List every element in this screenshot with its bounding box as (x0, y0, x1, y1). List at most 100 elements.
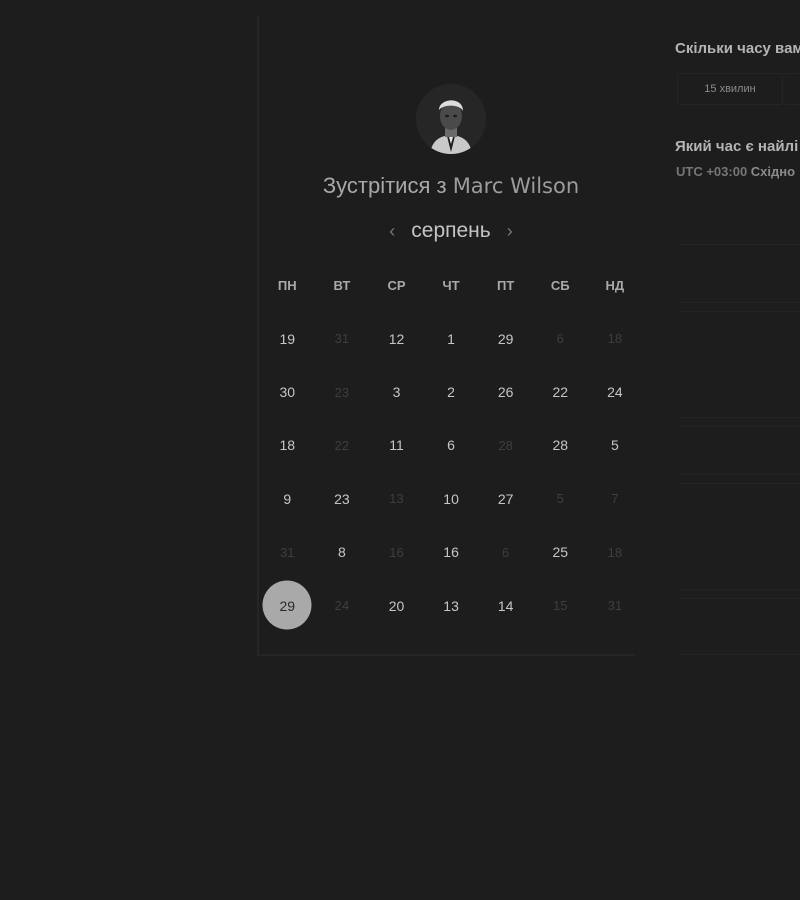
day-number: 13 (389, 491, 404, 507)
day-number: 31 (334, 331, 350, 347)
divider (680, 417, 800, 418)
calendar-day: 31 (260, 526, 315, 579)
calendar-week-row: 30 23 3 2 26 22 24 (260, 365, 642, 418)
calendar-day: 13 (369, 472, 424, 525)
calendar-day[interactable]: 26 (478, 365, 533, 418)
day-number: 25 (552, 544, 569, 561)
divider (680, 654, 800, 655)
calendar-day: 23 (315, 365, 370, 418)
day-number: 6 (556, 331, 564, 347)
calendar-day[interactable]: 29 (478, 312, 533, 365)
calendar-day[interactable]: 22 (533, 365, 588, 418)
calendar-day[interactable]: 27 (478, 472, 533, 525)
divider (680, 244, 800, 245)
day-number: 6 (502, 544, 510, 560)
day-number: 29 (279, 597, 296, 614)
day-number: 10 (443, 490, 459, 507)
time-question: Який час є найлі (675, 138, 799, 155)
calendar-day: 22 (315, 419, 370, 472)
calendar-day[interactable]: 14 (478, 579, 533, 632)
day-number: 5 (556, 491, 564, 507)
calendar-day[interactable]: 16 (424, 526, 479, 579)
day-number: 18 (607, 331, 623, 347)
divider (680, 426, 800, 427)
calendar-week-row: 29 24 20 13 14 15 31 (260, 579, 642, 632)
day-number: 18 (279, 437, 296, 454)
calendar-day[interactable]: 24 (588, 365, 643, 418)
day-number: 23 (334, 384, 350, 400)
divider (680, 589, 800, 590)
chevron-right-icon[interactable]: › (507, 218, 513, 244)
day-number: 22 (334, 437, 350, 453)
day-number: 31 (280, 544, 295, 560)
day-number: 24 (607, 384, 623, 401)
duration-question: Скільки часу вам (675, 40, 800, 57)
calendar-day[interactable]: 13 (424, 579, 479, 632)
calendar-day[interactable]: 19 (260, 312, 315, 365)
timezone-name: Східно (750, 164, 796, 179)
calendar-day[interactable]: 9 (260, 472, 315, 525)
calendar-day[interactable]: 25 (533, 526, 588, 579)
calendar-day[interactable]: 6 (424, 419, 479, 472)
day-number: 5 (610, 437, 619, 454)
calendar-day[interactable]: 18 (260, 419, 315, 472)
meeting-title: Зустрітися з Marc Wilson (258, 173, 644, 199)
divider (680, 311, 800, 312)
title-prefix: Зустрітися з (322, 173, 447, 198)
day-number: 2 (447, 384, 455, 401)
day-number: 16 (443, 544, 459, 561)
timezone-offset: UTC +03:00 (676, 164, 748, 179)
calendar-day: 18 (588, 312, 643, 365)
calendar-day[interactable]: 11 (369, 419, 424, 472)
calendar-day: 31 (315, 312, 370, 365)
timezone-selector[interactable]: UTC +03:00 Східно (676, 164, 795, 179)
day-number: 30 (279, 384, 296, 401)
calendar-day: 15 (533, 579, 588, 632)
calendar-day[interactable]: 23 (315, 472, 370, 525)
day-number: 29 (497, 330, 514, 347)
weekday-label: ЧТ (442, 278, 460, 293)
weekday-header: ПН ВТ СР ЧТ ПТ СБ НД (260, 278, 642, 293)
calendar-day[interactable]: 1 (424, 312, 479, 365)
weekday-label: ПН (277, 278, 297, 293)
scheduler-page: Зустрітися з Marc Wilson ‹ серпень › ПН … (0, 0, 800, 900)
weekday-label: ПТ (497, 278, 515, 293)
host-photo (416, 84, 486, 154)
day-number: 18 (607, 544, 623, 560)
calendar-day[interactable]: 30 (260, 365, 315, 418)
calendar-day[interactable]: 2 (424, 365, 479, 418)
calendar-day[interactable]: 5 (588, 419, 643, 472)
day-number: 12 (388, 330, 405, 347)
calendar-day: 28 (478, 419, 533, 472)
divider (680, 474, 800, 475)
calendar-day[interactable]: 3 (369, 365, 424, 418)
weekday-label: СР (387, 278, 406, 293)
calendar-day-selected[interactable]: 29 (260, 579, 315, 632)
weekday-label: СБ (550, 278, 570, 293)
calendar-day: 18 (588, 526, 643, 579)
divider (680, 302, 800, 303)
day-number: 22 (552, 384, 569, 401)
calendar-day[interactable]: 12 (369, 312, 424, 365)
calendar-day[interactable]: 28 (533, 419, 588, 472)
duration-option-button[interactable] (785, 73, 800, 105)
day-number: 15 (553, 598, 568, 614)
day-number: 1 (447, 330, 455, 347)
calendar-week-row: 18 22 11 6 28 28 5 (260, 419, 642, 472)
calendar-day: 6 (533, 312, 588, 365)
day-number: 6 (447, 437, 455, 454)
calendar-day[interactable]: 20 (369, 579, 424, 632)
day-number: 26 (497, 384, 514, 401)
calendar-day[interactable]: 10 (424, 472, 479, 525)
calendar-day: 24 (315, 579, 370, 632)
calendar-day[interactable]: 8 (315, 526, 370, 579)
duration-option-button[interactable]: 15 хвилин (677, 73, 783, 105)
chevron-left-icon[interactable]: ‹ (389, 218, 395, 244)
calendar-day: 31 (588, 579, 643, 632)
weekday-label: НД (605, 278, 625, 293)
calendar-day: 16 (369, 526, 424, 579)
day-number: 14 (497, 597, 514, 614)
host-name: Marc Wilson (452, 174, 580, 198)
weekday-label: ВТ (333, 278, 351, 293)
day-number: 8 (337, 544, 346, 561)
